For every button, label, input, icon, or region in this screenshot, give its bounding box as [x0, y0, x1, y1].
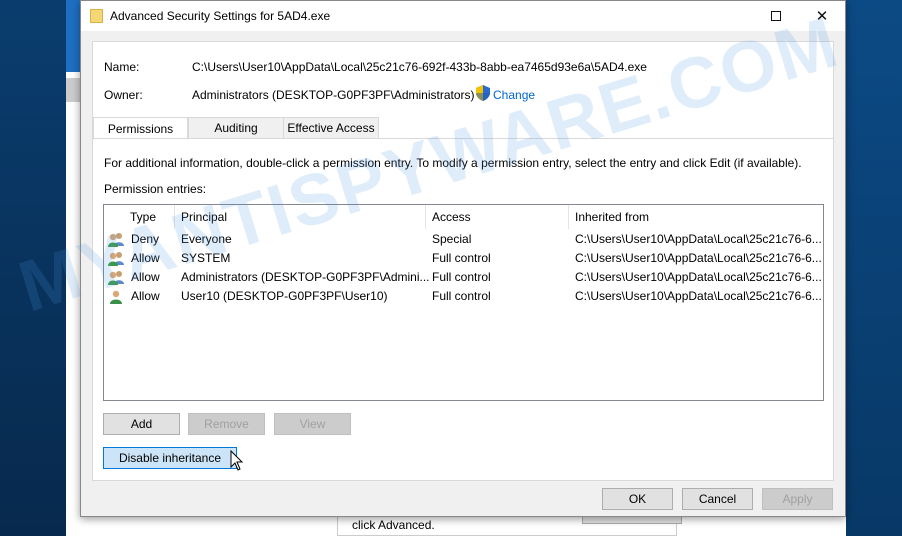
- entry-inherited-from: C:\Users\User10\AppData\Local\25c21c76-6…: [575, 289, 822, 303]
- name-label: Name:: [104, 60, 140, 74]
- instructions-text: For additional information, double-click…: [104, 156, 802, 170]
- entry-principal: User10 (DESKTOP-G0PF3PF\User10): [181, 289, 388, 303]
- permission-entries-list[interactable]: Type Principal Access Inherited from Den…: [103, 204, 824, 401]
- entry-type: Allow: [131, 270, 160, 284]
- table-row[interactable]: Allow Administrators (DESKTOP-G0PF3PF\Adm…: [104, 268, 823, 287]
- column-access[interactable]: Access: [426, 205, 569, 229]
- folder-icon: [90, 9, 103, 23]
- entry-inherited-from: C:\Users\User10\AppData\Local\25c21c76-6…: [575, 251, 822, 265]
- remove-button[interactable]: Remove: [188, 413, 265, 435]
- tab-label: Auditing: [214, 121, 258, 135]
- column-inherited-from[interactable]: Inherited from: [569, 205, 823, 229]
- entry-inherited-from: C:\Users\User10\AppData\Local\25c21c76-6…: [575, 270, 822, 284]
- tab-label: Effective Access: [287, 121, 375, 135]
- advanced-security-dialog: Advanced Security Settings for 5AD4.exe …: [80, 0, 846, 517]
- add-button[interactable]: Add: [103, 413, 180, 435]
- entry-type: Deny: [131, 232, 160, 246]
- entry-access: Special: [432, 232, 472, 246]
- owner-label: Owner:: [104, 88, 143, 102]
- view-button[interactable]: View: [274, 413, 351, 435]
- owner-value: Administrators (DESKTOP-G0PF3PF\Administ…: [192, 88, 475, 102]
- title-bar: Advanced Security Settings for 5AD4.exe …: [81, 1, 845, 31]
- permission-entries-label: Permission entries:: [104, 182, 207, 196]
- tab-permissions[interactable]: Permissions: [93, 117, 188, 140]
- mouse-cursor-icon: [230, 450, 244, 471]
- tab-auditing[interactable]: Auditing: [188, 117, 284, 139]
- desktop-background: [0, 0, 66, 536]
- content-panel: Name: C:\Users\User10\AppData\Local\25c2…: [92, 41, 834, 481]
- entry-principal: Administrators (DESKTOP-G0PF3PF\Admini..…: [181, 270, 430, 284]
- entry-type: Allow: [131, 289, 160, 303]
- entry-access: Full control: [432, 251, 491, 265]
- table-row[interactable]: Allow User10 (DESKTOP-G0PF3PF\User10) Full…: [104, 287, 823, 306]
- maximize-button[interactable]: [753, 1, 799, 31]
- background-hint: click Advanced.: [352, 518, 435, 532]
- disable-inheritance-button[interactable]: Disable inheritance: [103, 447, 237, 469]
- apply-button[interactable]: Apply: [762, 488, 833, 510]
- group-icon: [108, 252, 124, 266]
- cancel-button[interactable]: Cancel: [682, 488, 753, 510]
- entry-access: Full control: [432, 270, 491, 284]
- name-value: C:\Users\User10\AppData\Local\25c21c76-6…: [192, 60, 647, 74]
- column-type[interactable]: Type: [124, 205, 175, 229]
- desktop-background-right: [846, 0, 902, 536]
- entry-principal: SYSTEM: [181, 251, 231, 265]
- entry-access: Full control: [432, 289, 491, 303]
- group-icon: [108, 233, 124, 247]
- uac-shield-icon: [476, 85, 490, 101]
- entry-type: Allow: [131, 251, 160, 265]
- entry-principal: Everyone: [181, 232, 232, 246]
- tab-effective-access[interactable]: Effective Access: [283, 117, 379, 139]
- entry-inherited-from: C:\Users\User10\AppData\Local\25c21c76-6…: [575, 232, 822, 246]
- column-principal[interactable]: Principal: [175, 205, 426, 229]
- close-button[interactable]: ✕: [799, 1, 845, 31]
- group-icon: [108, 271, 124, 285]
- table-row[interactable]: Allow SYSTEM Full control C:\Users\User10\A…: [104, 249, 823, 268]
- change-owner-link[interactable]: Change: [493, 88, 535, 102]
- user-icon: [110, 290, 122, 304]
- ok-button[interactable]: OK: [602, 488, 673, 510]
- window-title: Advanced Security Settings for 5AD4.exe: [110, 9, 331, 23]
- table-row[interactable]: Deny Everyone Special C:\Users\User10\AppDa…: [104, 230, 823, 249]
- tab-label: Permissions: [107, 121, 174, 136]
